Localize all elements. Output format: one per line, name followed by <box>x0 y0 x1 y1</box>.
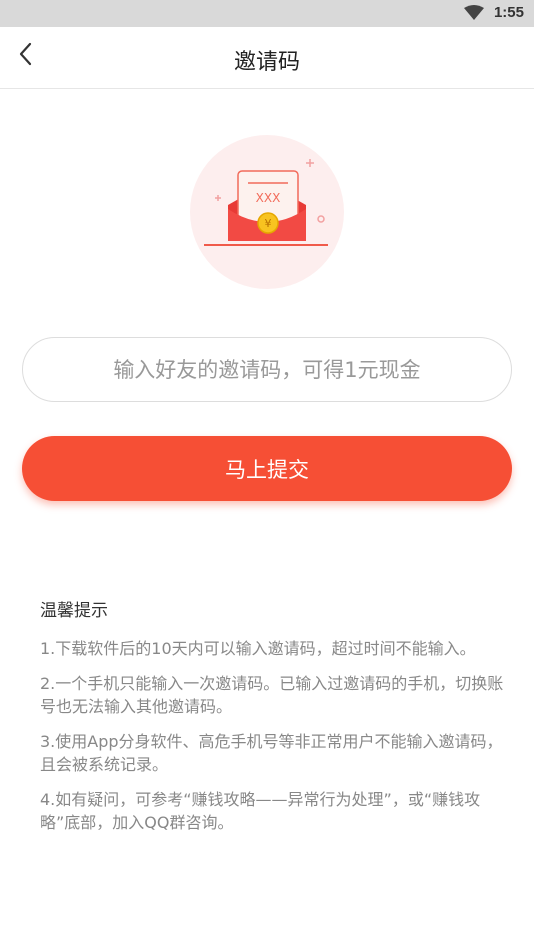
nav-bar: 邀请码 <box>0 27 534 89</box>
invite-code-input[interactable] <box>23 338 511 401</box>
red-envelope-icon: XXX ¥ <box>190 135 344 289</box>
page-title: 邀请码 <box>233 50 300 75</box>
wifi-icon <box>464 5 484 20</box>
status-bar: 1:55 <box>0 0 534 27</box>
status-time: 1:55 <box>493 4 524 21</box>
tip-item: 3.使用App分身软件、高危手机号等非正常用户不能输入邀请码，且会被系统记录。 <box>40 732 503 774</box>
tip-item: 4.如有疑问，可参考“赚钱攻略——异常行为处理”，或“赚钱攻略”底部，加入QQ群… <box>40 790 481 832</box>
coin-text: ¥ <box>265 217 272 230</box>
tips-title: 温馨提示 <box>40 601 108 621</box>
envelope-text: XXX <box>256 191 281 205</box>
tip-item: 2.一个手机只能输入一次邀请码。已输入过邀请码的手机，切换账号也无法输入其他邀请… <box>40 674 504 716</box>
submit-button[interactable]: 马上提交 <box>22 436 512 501</box>
invite-code-field <box>22 337 512 402</box>
tip-item: 1.下载软件后的10天内可以输入邀请码，超过时间不能输入。 <box>40 639 476 658</box>
tips-section: 温馨提示 1.下载软件后的10天内可以输入邀请码，超过时间不能输入。 2.一个手… <box>40 596 505 846</box>
